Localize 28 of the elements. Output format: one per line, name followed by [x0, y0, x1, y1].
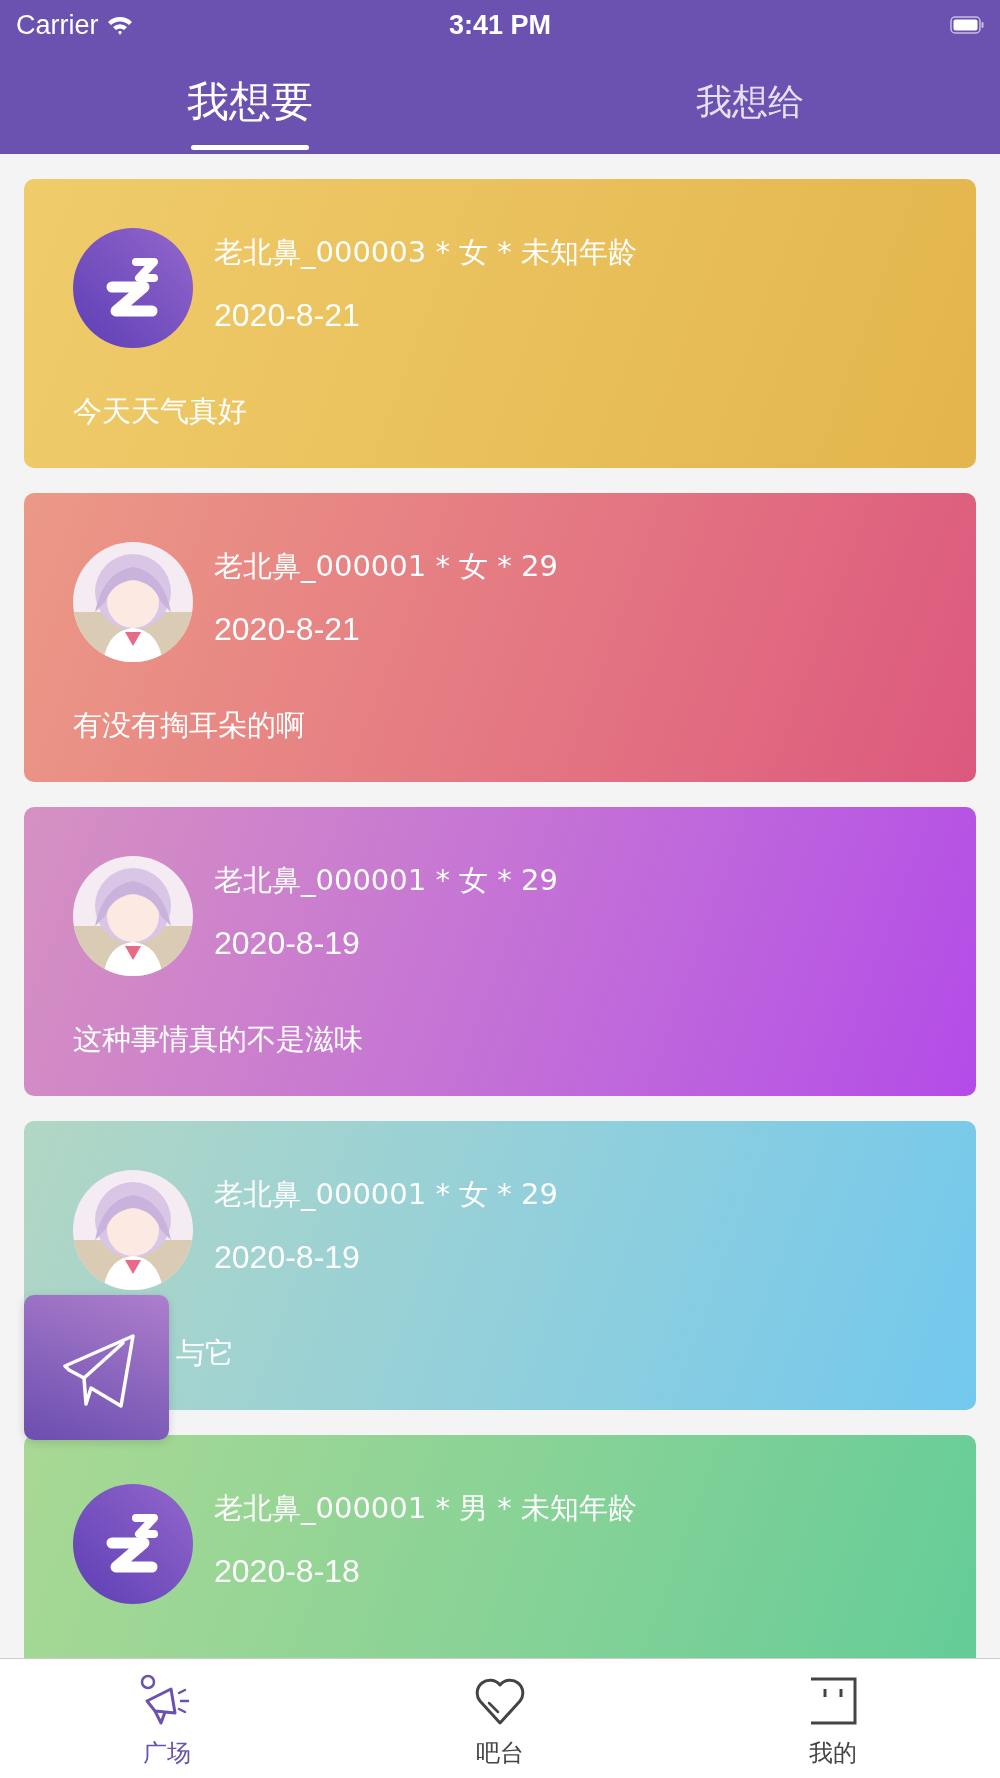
carrier-name: Carrier: [16, 9, 99, 41]
author-info: 老北鼻_000001 * 女 * 29: [214, 866, 558, 895]
tab-bar-item[interactable]: 我的: [666, 1659, 1000, 1778]
sleep-avatar-icon: [73, 1484, 193, 1604]
author-info: 老北鼻_000001 * 女 * 29: [214, 1180, 558, 1209]
clock-time: 3:41 PM: [449, 9, 551, 41]
post-card[interactable]: 老北鼻_000001 * 女 * 29 2020-8-19 这种事情真的不是滋味: [24, 807, 976, 1096]
tab[interactable]: 我想要: [0, 50, 500, 154]
post-date: 2020-8-19: [214, 1239, 361, 1276]
post-date: 2020-8-21: [214, 611, 361, 648]
post-date: 2020-8-21: [214, 297, 361, 334]
author-info: 老北鼻_000001 * 男 * 未知年龄: [214, 1494, 638, 1523]
tab-bar-item[interactable]: 广场: [0, 1659, 334, 1778]
sleep-avatar-icon: [73, 228, 193, 348]
wifi-icon: [106, 15, 133, 35]
author-info: 老北鼻_000001 * 女 * 29: [214, 552, 558, 581]
author-info: 老北鼻_000003 * 女 * 未知年龄: [214, 238, 638, 267]
post-card[interactable]: 老北鼻_000001 * 女 * 29 2020-8-21 有没有掏耳朵的啊: [24, 493, 976, 782]
battery-icon: [950, 16, 984, 34]
post-date: 2020-8-19: [214, 925, 361, 962]
post-date: 2020-8-18: [214, 1553, 361, 1590]
post-text: 有没有掏耳朵的啊: [73, 707, 306, 744]
post-text: 与它: [175, 1335, 235, 1372]
send-button[interactable]: [24, 1295, 169, 1440]
post-text: 今天天气真好: [73, 393, 248, 430]
tab-bar-item[interactable]: 吧台: [333, 1659, 667, 1778]
post-text: 这种事情真的不是滋味: [73, 1021, 364, 1058]
tab[interactable]: 我想给: [500, 50, 1000, 154]
